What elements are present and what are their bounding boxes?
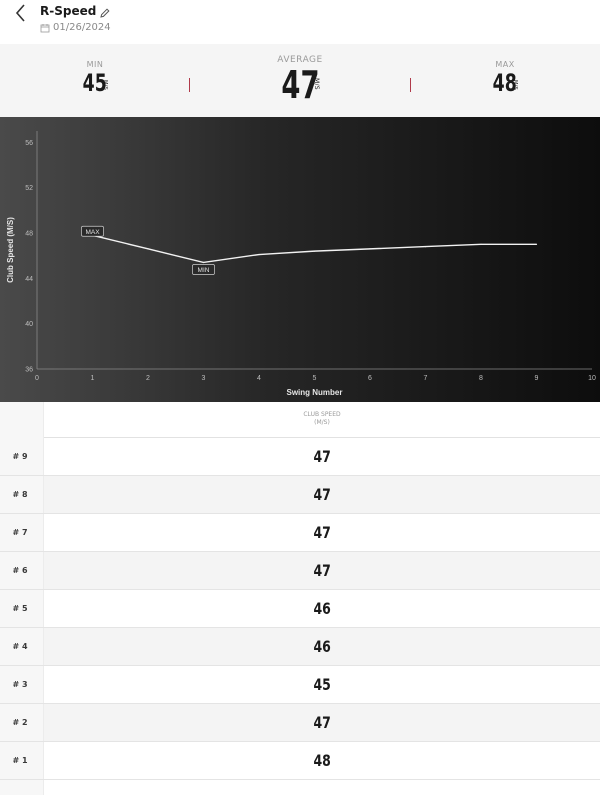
x-tick-label: 0 (35, 375, 39, 382)
header: R-Speed 01/26/2024 (0, 0, 600, 44)
series-line (92, 234, 537, 264)
swing-table: CLUB SPEED (M/S) # 9 47 # 8 47 # 7 47 # 6 47 # 5… (0, 402, 600, 795)
stats-divider-right (410, 78, 411, 92)
club-speed-cell: 47 (44, 476, 600, 514)
x-tick-label: 5 (313, 375, 317, 382)
club-speed-value: 46 (313, 599, 331, 618)
stat-average: AVERAGE 47 M/S (250, 44, 350, 117)
swing-number: # 4 (12, 642, 28, 651)
stat-max-label: MAX (495, 60, 515, 69)
chart-svg: 0 1 2 3 4 5 6 7 8 9 10364044485256Swing NumberClub… (6, 131, 596, 397)
club-speed-cell: 46 (44, 628, 600, 666)
x-tick-label: 3 (202, 375, 206, 382)
data-point (258, 253, 260, 256)
x-tick-label: 8 (479, 375, 483, 382)
y-tick-label: 36 (25, 367, 33, 374)
x-tick-label: 4 (257, 375, 261, 382)
max-annotation-label: MAX (85, 229, 100, 236)
swing-number: # 9 (12, 452, 28, 461)
stat-min-label: MIN (86, 60, 104, 69)
stat-max-unit: M/S (512, 80, 518, 91)
x-tick-label: 10 (588, 375, 596, 382)
stat-min-unit: M/S (102, 80, 108, 91)
pencil-icon[interactable] (99, 4, 111, 18)
table-row[interactable]: # 9 47 (0, 438, 600, 476)
table-row[interactable]: # 4 46 (0, 628, 600, 666)
data-point (535, 243, 538, 245)
table-row[interactable]: # 2 47 (0, 704, 600, 742)
back-arrow-icon[interactable] (10, 2, 32, 24)
club-speed-cell: 47 (44, 552, 600, 590)
stat-average-unit: M/S (313, 78, 320, 90)
calendar-icon (40, 23, 50, 32)
swing-number: # 7 (12, 528, 28, 537)
data-point (313, 250, 316, 252)
club-speed-value: 45 (313, 675, 331, 694)
data-point (369, 248, 371, 250)
x-tick-label: 2 (146, 375, 150, 382)
table-row[interactable]: # 1 48 (0, 742, 600, 780)
table-row[interactable]: # 8 47 (0, 476, 600, 514)
x-tick-label: 7 (424, 375, 428, 382)
y-tick-label: 52 (25, 185, 33, 192)
swing-number: # 8 (12, 490, 28, 499)
stats-bar: MIN 45 M/S AVERAGE 47 M/S MAX 48 M/S (0, 44, 600, 117)
y-tick-label: 56 (25, 140, 33, 147)
table-header-line2: (M/S) (314, 419, 330, 426)
y-tick-label: 40 (25, 321, 33, 328)
y-axis-label: Club Speed (M/S) (6, 217, 15, 283)
x-tick-label: 1 (91, 375, 95, 382)
session-date: 01/26/2024 (53, 22, 111, 33)
data-point (202, 261, 205, 264)
club-speed-value: 47 (313, 561, 331, 580)
stat-min: MIN 45 M/S (60, 44, 130, 117)
stats-divider-left (189, 78, 190, 92)
data-point (480, 243, 482, 245)
swing-number: # 2 (12, 718, 28, 727)
club-speed-value: 47 (313, 713, 331, 732)
table-header-label: CLUB SPEED (M/S) (44, 411, 600, 427)
table-row[interactable]: # 7 47 (0, 514, 600, 552)
table-header-line1: CLUB SPEED (303, 411, 341, 418)
x-tick-label: 6 (368, 375, 372, 382)
club-speed-cell: 47 (44, 514, 600, 552)
club-speed-chart: 0 1 2 3 4 5 6 7 8 9 10 36 40 44 48 52 56 Swing Number Club… (0, 117, 600, 402)
table-header: CLUB SPEED (M/S) (0, 402, 600, 438)
y-tick-label: 44 (25, 276, 33, 283)
date-row: 01/26/2024 (40, 22, 111, 33)
club-speed-value: 48 (313, 751, 331, 770)
stat-max: MAX 48 M/S (470, 44, 540, 117)
swing-number: # 5 (12, 604, 28, 613)
club-speed-cell: 46 (44, 590, 600, 628)
page-title: R-Speed (40, 4, 97, 18)
table-row[interactable]: # 6 47 (0, 552, 600, 590)
club-speed-cell: 48 (44, 742, 600, 780)
data-point (424, 246, 427, 248)
club-speed-value: 46 (313, 637, 331, 656)
table-row[interactable]: # 5 46 (0, 590, 600, 628)
club-speed-cell: 45 (44, 666, 600, 704)
x-axis-label: Swing Number (286, 388, 342, 397)
swing-number: # 6 (12, 566, 28, 575)
swing-number: # 1 (12, 756, 28, 765)
y-tick-label: 48 (25, 231, 33, 238)
club-speed-value: 47 (313, 485, 331, 504)
club-speed-cell: 47 (44, 438, 600, 476)
min-annotation-label: MIN (198, 267, 210, 274)
club-speed-value: 47 (313, 523, 331, 542)
data-point (147, 248, 149, 250)
swing-number: # 3 (12, 680, 28, 689)
club-speed-cell: 47 (44, 704, 600, 742)
club-speed-value: 47 (313, 447, 331, 466)
x-tick-label: 9 (535, 375, 539, 382)
table-row[interactable]: # 3 45 (0, 666, 600, 704)
